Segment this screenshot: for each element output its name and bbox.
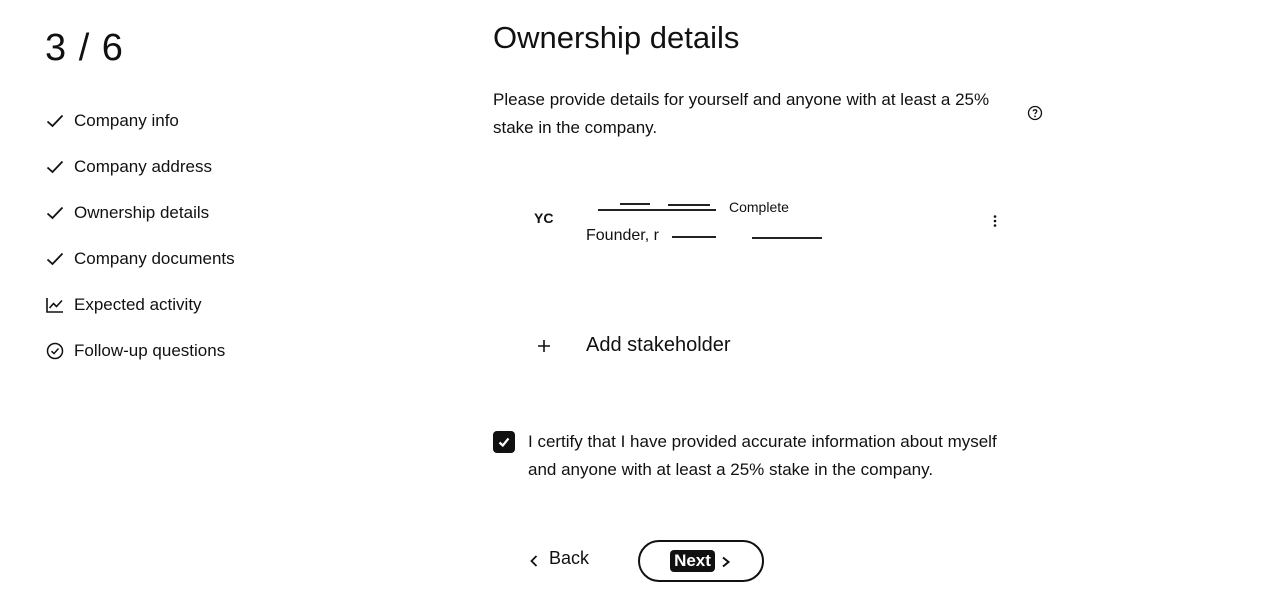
status-badge: Complete <box>729 199 789 215</box>
redacted-name <box>598 209 716 211</box>
step-follow-up-questions: Follow-up questions <box>45 328 235 374</box>
check-icon <box>45 203 65 223</box>
check-icon <box>45 111 65 131</box>
more-options-icon[interactable] <box>989 214 1001 228</box>
intro-text: Please provide details for yourself and … <box>493 90 990 137</box>
step-label: Expected activity <box>74 295 202 314</box>
circle-check-icon <box>45 341 65 361</box>
plus-icon <box>536 338 552 354</box>
check-icon <box>45 157 65 177</box>
check-icon <box>45 249 65 269</box>
page-title: Ownership details <box>493 20 740 55</box>
chevron-left-icon <box>528 552 540 567</box>
step-list: Company info Company address Ownership d… <box>45 98 235 374</box>
redacted-name <box>620 203 650 205</box>
stakeholder-role: Founder, r <box>586 227 659 244</box>
step-ownership-details: Ownership details <box>45 190 235 236</box>
redacted-detail <box>672 236 716 238</box>
chevron-right-icon <box>720 555 732 568</box>
step-company-documents: Company documents <box>45 236 235 282</box>
step-label: Follow-up questions <box>74 341 226 360</box>
avatar-initials: YC <box>534 210 554 226</box>
step-label: Ownership details <box>74 203 210 222</box>
step-label: Company address <box>74 157 212 176</box>
next-label: Next <box>670 550 715 572</box>
back-button[interactable]: Back <box>528 548 589 569</box>
next-button[interactable]: Next <box>638 540 764 582</box>
add-stakeholder-label: Add stakeholder <box>586 334 731 356</box>
step-company-info: Company info <box>45 98 235 144</box>
certify-row: I certify that I have provided accurate … <box>493 428 1028 484</box>
chart-line-icon <box>45 295 65 315</box>
back-label: Back <box>549 548 590 568</box>
step-company-address: Company address <box>45 144 235 190</box>
redacted-detail <box>752 237 822 239</box>
step-expected-activity: Expected activity <box>45 282 235 328</box>
step-counter: 3 / 6 <box>45 27 124 69</box>
certify-checkbox[interactable] <box>493 431 515 453</box>
redacted-name <box>668 204 710 206</box>
add-stakeholder-button[interactable]: Add stakeholder <box>536 334 731 357</box>
help-icon[interactable] <box>1027 105 1043 121</box>
step-label: Company documents <box>74 249 235 268</box>
step-label: Company info <box>74 111 179 130</box>
certify-label: I certify that I have provided accurate … <box>528 432 997 479</box>
stakeholder-row[interactable]: YC Complete Founder, r <box>520 192 1010 252</box>
